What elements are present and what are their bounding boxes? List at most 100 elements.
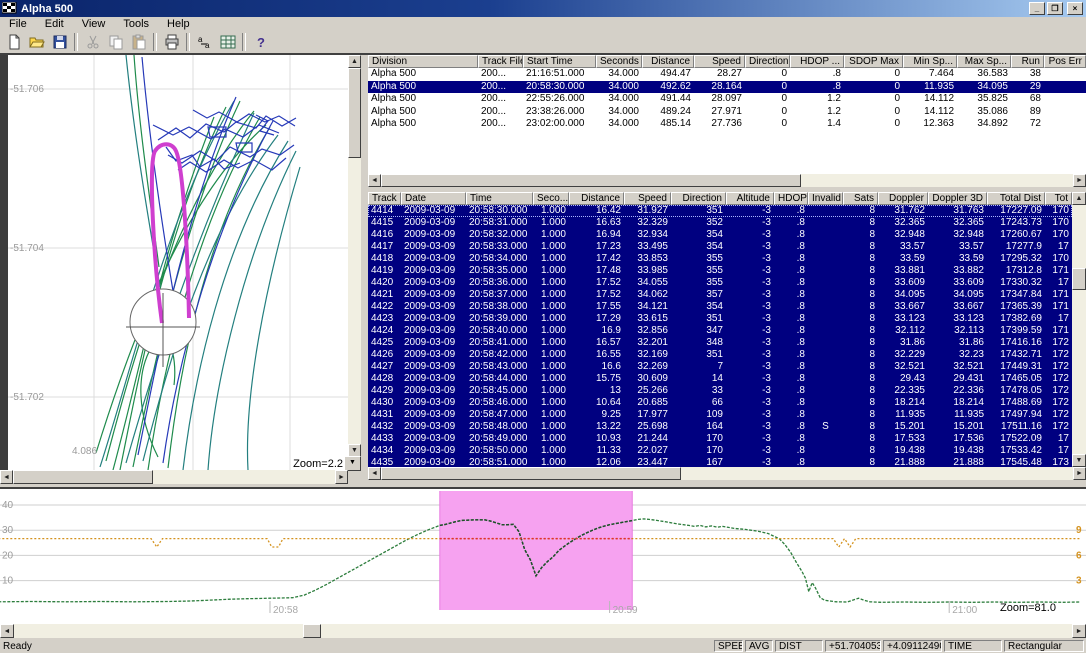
minimize-button[interactable]: _ — [1029, 2, 1045, 15]
scroll-thumb[interactable] — [13, 470, 153, 484]
menu-file[interactable]: File — [0, 17, 36, 31]
cut-button[interactable] — [81, 32, 104, 52]
scroll-right-arrow[interactable]: ► — [1073, 174, 1086, 187]
table-row[interactable]: Alpha 500200...22:55:26.00034.000491.442… — [368, 93, 1086, 106]
table-row[interactable]: 44212009-03-0920:58:37.0001.00017.5234.0… — [368, 289, 1072, 301]
table-row[interactable]: Alpha 500200...21:16:51.00034.000494.472… — [368, 68, 1086, 81]
table-row[interactable]: 44242009-03-0920:58:40.0001.00016.932.85… — [368, 325, 1072, 337]
table-row[interactable]: 44152009-03-0920:58:31.0001.00016.6332.3… — [368, 217, 1072, 229]
column-header[interactable]: Track File — [478, 55, 523, 68]
scroll-right-arrow[interactable]: ► — [335, 470, 348, 484]
chart-selection-region[interactable] — [440, 491, 632, 610]
scroll-down-arrow[interactable]: ▼ — [1072, 454, 1086, 467]
table-row[interactable]: 44322009-03-0920:58:48.0001.00013.2225.6… — [368, 421, 1072, 433]
column-header[interactable]: Speed — [624, 192, 671, 205]
table-row[interactable]: Alpha 500200...23:38:26.00034.000489.242… — [368, 106, 1086, 119]
table-row[interactable]: 44292009-03-0920:58:45.0001.0001325.2663… — [368, 385, 1072, 397]
scroll-thumb[interactable] — [381, 467, 681, 480]
speed-chart[interactable]: 1020304036920:5820:5921:00Zoom=81.0 — [0, 489, 1086, 624]
column-header[interactable]: Speed — [694, 55, 745, 68]
column-header[interactable]: Date — [401, 192, 466, 205]
chart-horizontal-scrollbar[interactable]: ◄ ► — [0, 624, 1086, 638]
table-row[interactable]: 44232009-03-0920:58:39.0001.00017.2933.6… — [368, 313, 1072, 325]
table-row[interactable]: 44142009-03-0920:58:30.0001.00016.4231.9… — [368, 205, 1072, 217]
menu-edit[interactable]: Edit — [36, 17, 73, 31]
menu-help[interactable]: Help — [158, 17, 199, 31]
column-header[interactable]: Sats — [843, 192, 878, 205]
paste-button[interactable] — [127, 32, 150, 52]
table-row[interactable]: 44202009-03-0920:58:36.0001.00017.5234.0… — [368, 277, 1072, 289]
table-row[interactable]: 44252009-03-0920:58:41.0001.00016.5732.2… — [368, 337, 1072, 349]
column-header[interactable]: Altitude — [726, 192, 774, 205]
table-row[interactable]: 44352009-03-0920:58:51.0001.00012.0623.4… — [368, 457, 1072, 467]
scroll-left-arrow[interactable]: ◄ — [368, 467, 381, 480]
track-vertical-scrollbar[interactable]: ▲ ▼ — [1072, 192, 1086, 467]
column-header[interactable]: Track — [368, 192, 401, 205]
column-header[interactable]: Seconds — [596, 55, 642, 68]
column-header[interactable]: Run — [1011, 55, 1044, 68]
map-plot[interactable]: -51.706 -51.704 -51.702 4.086 — [8, 55, 348, 470]
print-button[interactable] — [160, 32, 183, 52]
column-header[interactable]: Invalid — [808, 192, 843, 205]
close-button[interactable]: × — [1067, 2, 1083, 15]
column-header[interactable]: Direction — [671, 192, 726, 205]
column-header[interactable]: Seco... — [533, 192, 569, 205]
track-labels-button[interactable]: aa — [193, 32, 216, 52]
scroll-thumb[interactable] — [303, 624, 321, 638]
column-header[interactable]: HDOP — [774, 192, 808, 205]
scroll-left-arrow[interactable]: ◄ — [0, 470, 13, 484]
table-row[interactable]: 44302009-03-0920:58:46.0001.00010.6420.6… — [368, 397, 1072, 409]
menu-view[interactable]: View — [73, 17, 115, 31]
table-row[interactable]: 44342009-03-0920:58:50.0001.00011.3322.0… — [368, 445, 1072, 457]
column-header[interactable]: Pos Err — [1044, 55, 1086, 68]
scroll-up-arrow[interactable]: ▲ — [348, 55, 361, 68]
scroll-left-arrow[interactable]: ◄ — [368, 174, 381, 187]
column-header[interactable]: Start Time — [523, 55, 596, 68]
column-header[interactable]: HDOP ... — [790, 55, 844, 68]
restore-button[interactable]: ❐ — [1047, 2, 1063, 15]
column-header[interactable]: Doppler — [878, 192, 928, 205]
column-header[interactable]: Total Dist — [987, 192, 1045, 205]
table-row[interactable]: Alpha 500200...23:02:00.00034.000485.142… — [368, 118, 1086, 131]
scroll-left-arrow[interactable]: ◄ — [0, 624, 14, 638]
column-header[interactable]: Distance — [642, 55, 694, 68]
save-button[interactable] — [48, 32, 71, 52]
column-header[interactable]: Direction — [745, 55, 790, 68]
scroll-thumb[interactable] — [381, 174, 801, 187]
menu-tools[interactable]: Tools — [114, 17, 158, 31]
copy-button[interactable] — [104, 32, 127, 52]
table-row[interactable]: 44222009-03-0920:58:38.0001.00017.5534.1… — [368, 301, 1072, 313]
scroll-thumb[interactable] — [348, 68, 361, 158]
table-row[interactable]: Alpha 500200...20:58:30.00034.000492.622… — [368, 81, 1086, 94]
column-header[interactable]: Division — [368, 55, 478, 68]
table-row[interactable]: 44262009-03-0920:58:42.0001.00016.5532.1… — [368, 349, 1072, 361]
scroll-up-arrow[interactable]: ▲ — [1072, 192, 1086, 205]
table-row[interactable]: 44172009-03-0920:58:33.0001.00017.2333.4… — [368, 241, 1072, 253]
column-header[interactable]: Time — [466, 192, 533, 205]
table-row[interactable]: 44332009-03-0920:58:49.0001.00010.9321.2… — [368, 433, 1072, 445]
table-row[interactable]: 44162009-03-0920:58:32.0001.00016.9432.9… — [368, 229, 1072, 241]
help-button[interactable]: ? — [249, 32, 272, 52]
runs-horizontal-scrollbar[interactable]: ◄ ► — [368, 174, 1086, 187]
map-vertical-scrollbar[interactable]: ▲ ▼ — [348, 55, 361, 457]
column-header[interactable]: Max Sp... — [957, 55, 1011, 68]
table-row[interactable]: 44192009-03-0920:58:35.0001.00017.4833.9… — [368, 265, 1072, 277]
table-row[interactable]: 44182009-03-0920:58:34.0001.00017.4233.8… — [368, 253, 1072, 265]
table-row[interactable]: 44312009-03-0920:58:47.0001.0009.2517.97… — [368, 409, 1072, 421]
chevron-down-icon[interactable]: ▼ — [344, 456, 361, 471]
column-header[interactable]: Min Sp... — [903, 55, 957, 68]
map-zoom-control[interactable]: Zoom=2.2 ▼ — [276, 457, 361, 470]
column-header[interactable]: Tot — [1045, 192, 1072, 205]
table-row[interactable]: 44272009-03-0920:58:43.0001.00016.632.26… — [368, 361, 1072, 373]
track-horizontal-scrollbar[interactable]: ◄ ► — [368, 467, 1086, 480]
column-header[interactable]: SDOP Max — [844, 55, 903, 68]
open-file-button[interactable] — [25, 32, 48, 52]
column-header[interactable]: Doppler 3D — [928, 192, 987, 205]
map-horizontal-scrollbar[interactable]: ◄ ► — [0, 470, 348, 484]
column-header[interactable]: Distance — [569, 192, 624, 205]
table-row[interactable]: 44282009-03-0920:58:44.0001.00015.7530.6… — [368, 373, 1072, 385]
data-grid-button[interactable] — [216, 32, 239, 52]
new-file-button[interactable] — [2, 32, 25, 52]
scroll-thumb[interactable] — [1072, 268, 1086, 290]
scroll-right-arrow[interactable]: ► — [1073, 467, 1086, 480]
